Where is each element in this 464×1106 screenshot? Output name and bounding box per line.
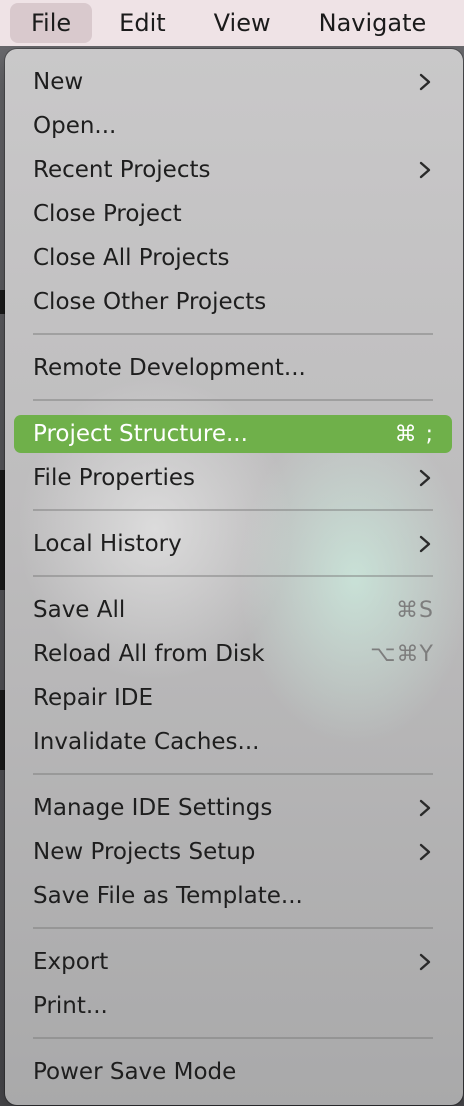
menu-item-label: Manage IDE Settings	[33, 795, 273, 821]
menu-item-label: Save All	[33, 597, 126, 623]
menu-item-label: Repair IDE	[33, 685, 153, 711]
chevron-right-icon	[416, 469, 434, 487]
menubar-code[interactable]: C	[453, 3, 464, 43]
menu-separator	[33, 1037, 433, 1039]
menu-item-label: File Properties	[33, 465, 196, 491]
menu-item-repair-ide[interactable]: Repair IDE	[14, 679, 452, 717]
menu-item-label: Close Project	[33, 201, 182, 227]
menu-item-shortcut: ⌘S	[396, 597, 434, 623]
app-menu-bar: File Edit View Navigate C	[0, 0, 464, 46]
menu-item-open[interactable]: Open...	[14, 107, 452, 145]
chevron-right-icon	[416, 843, 434, 861]
menu-item-label: Print...	[33, 993, 108, 1019]
menu-item-shortcut: ⌘ ;	[394, 421, 434, 447]
menu-separator	[33, 399, 433, 401]
menu-item-close-project[interactable]: Close Project	[14, 195, 452, 233]
menu-item-close-all-projects[interactable]: Close All Projects	[14, 239, 452, 277]
menu-separator	[33, 333, 433, 335]
menu-item-project-structure[interactable]: Project Structure... ⌘ ;	[14, 415, 452, 453]
menu-item-label: Project Structure...	[33, 421, 248, 447]
menu-item-remote-development[interactable]: Remote Development...	[14, 349, 452, 387]
menu-item-save-file-as-template[interactable]: Save File as Template...	[14, 877, 452, 915]
menu-item-label: Remote Development...	[33, 355, 306, 381]
menu-item-save-all[interactable]: Save All ⌘S	[14, 591, 452, 629]
menubar-file[interactable]: File	[10, 3, 93, 43]
menu-item-label: Power Save Mode	[33, 1059, 237, 1085]
menu-item-local-history[interactable]: Local History	[14, 525, 452, 563]
menu-item-close-other-projects[interactable]: Close Other Projects	[14, 283, 452, 321]
menu-item-label: Local History	[33, 531, 182, 557]
menu-item-new-projects-setup[interactable]: New Projects Setup	[14, 833, 452, 871]
menu-item-power-save-mode[interactable]: Power Save Mode	[14, 1053, 452, 1091]
menu-separator	[33, 575, 433, 577]
chevron-right-icon	[416, 953, 434, 971]
chevron-right-icon	[416, 161, 434, 179]
menu-item-label: Reload All from Disk	[33, 641, 265, 667]
file-menu-dropdown: New Open... Recent Projects Close Projec…	[5, 49, 463, 1105]
menu-item-export[interactable]: Export	[14, 943, 452, 981]
chevron-right-icon	[416, 73, 434, 91]
menubar-view[interactable]: View	[193, 3, 292, 43]
menu-item-invalidate-caches[interactable]: Invalidate Caches...	[14, 723, 452, 761]
menu-separator	[33, 509, 433, 511]
menu-item-print[interactable]: Print...	[14, 987, 452, 1025]
menu-item-label: Close Other Projects	[33, 289, 267, 315]
menu-separator	[33, 927, 433, 929]
menubar-navigate[interactable]: Navigate	[298, 3, 448, 43]
menu-item-label: New	[33, 69, 84, 95]
menu-separator	[33, 773, 433, 775]
menu-item-label: Export	[33, 949, 109, 975]
menu-item-label: New Projects Setup	[33, 839, 256, 865]
chevron-right-icon	[416, 799, 434, 817]
menu-item-shortcut: ⌥⌘Y	[370, 641, 434, 667]
menu-item-label: Recent Projects	[33, 157, 211, 183]
menu-item-new[interactable]: New	[14, 63, 452, 101]
menu-item-file-properties[interactable]: File Properties	[14, 459, 452, 497]
menu-item-label: Open...	[33, 113, 117, 139]
menu-item-reload-all-from-disk[interactable]: Reload All from Disk ⌥⌘Y	[14, 635, 452, 673]
menu-item-recent-projects[interactable]: Recent Projects	[14, 151, 452, 189]
menu-item-label: Save File as Template...	[33, 883, 303, 909]
menubar-edit[interactable]: Edit	[98, 3, 186, 43]
menu-item-manage-ide-settings[interactable]: Manage IDE Settings	[14, 789, 452, 827]
menu-item-label: Invalidate Caches...	[33, 729, 260, 755]
menu-item-label: Close All Projects	[33, 245, 230, 271]
chevron-right-icon	[416, 535, 434, 553]
